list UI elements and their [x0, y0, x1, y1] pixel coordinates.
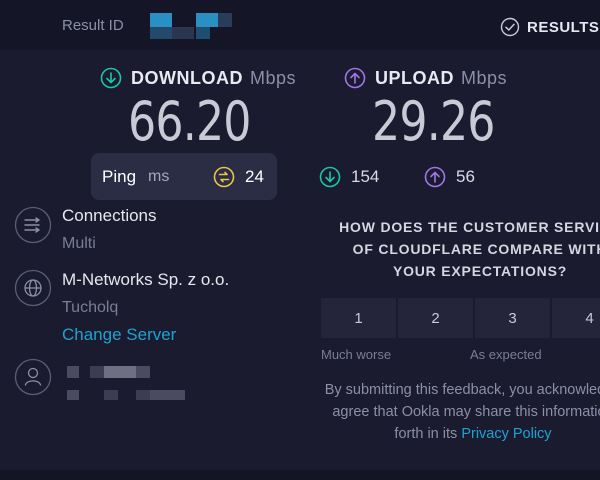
- results-label: RESULTS: [527, 18, 600, 36]
- download-speed-value: 66.20: [128, 90, 251, 153]
- bottom-band: [0, 470, 600, 480]
- download-unit: Mbps: [249, 67, 296, 88]
- download-latency: 154: [319, 166, 379, 188]
- disclaimer-line-3: forth in its Privacy Policy: [318, 423, 600, 445]
- arrow-down-circle-icon: [100, 67, 122, 89]
- connections-value: Multi: [62, 235, 96, 252]
- download-latency-value: 154: [351, 167, 380, 186]
- feedback-disclaimer: By submitting this feedback, you acknowl…: [318, 379, 600, 445]
- upload-unit: Mbps: [461, 67, 508, 88]
- disclaimer-line-3-prefix: forth in its: [394, 426, 462, 442]
- check-circle-icon: [500, 17, 520, 37]
- change-server-link[interactable]: Change Server: [62, 325, 176, 345]
- user-icon: [14, 358, 52, 396]
- survey-question: HOW DOES THE CUSTOMER SERVICE OF CLOUDFL…: [339, 219, 600, 279]
- server-provider: M-Networks Sp. z o.o.: [62, 270, 230, 289]
- globe-icon: [14, 269, 52, 307]
- upload-latency: 56: [424, 166, 475, 188]
- arrow-down-circle-icon: [319, 166, 341, 188]
- top-bar: Result ID RESULTS: [0, 0, 600, 50]
- ping-unit: ms: [148, 168, 170, 185]
- rating-option-1[interactable]: 1: [321, 298, 396, 338]
- rating-scale: 1 2 3 4: [321, 298, 600, 338]
- download-label: DOWNLOAD: [131, 67, 243, 88]
- upload-latency-value: 56: [456, 167, 475, 186]
- ping-circle-icon: [213, 166, 235, 188]
- upload-label: UPLOAD: [375, 67, 454, 88]
- ping-value: 24: [245, 167, 264, 186]
- connections-icon: [14, 206, 52, 244]
- upload-header: UPLOAD Mbps: [344, 67, 507, 89]
- rating-option-3[interactable]: 3: [475, 298, 550, 338]
- disclaimer-line-2: agree that Ookla may share this informat…: [332, 404, 600, 420]
- download-header: DOWNLOAD Mbps: [100, 67, 296, 89]
- rating-mid-label: As expected: [470, 347, 542, 362]
- arrow-up-circle-icon: [344, 67, 366, 89]
- ping-label: Ping: [102, 167, 137, 186]
- arrow-up-circle-icon: [424, 166, 446, 188]
- rating-option-4[interactable]: 4: [552, 298, 600, 338]
- result-id-label: Result ID: [62, 17, 124, 34]
- disclaimer-line-1: By submitting this feedback, you acknowl…: [324, 382, 600, 398]
- connections-title: Connections: [62, 206, 157, 225]
- privacy-policy-link[interactable]: Privacy Policy: [461, 426, 551, 442]
- upload-speed-value: 29.26: [372, 90, 495, 153]
- rating-low-label: Much worse: [321, 347, 392, 362]
- rating-option-2[interactable]: 2: [398, 298, 473, 338]
- server-location: Tucholq: [62, 299, 119, 316]
- ping-panel: Ping ms 24: [91, 153, 277, 200]
- results-button[interactable]: RESULTS: [500, 16, 599, 38]
